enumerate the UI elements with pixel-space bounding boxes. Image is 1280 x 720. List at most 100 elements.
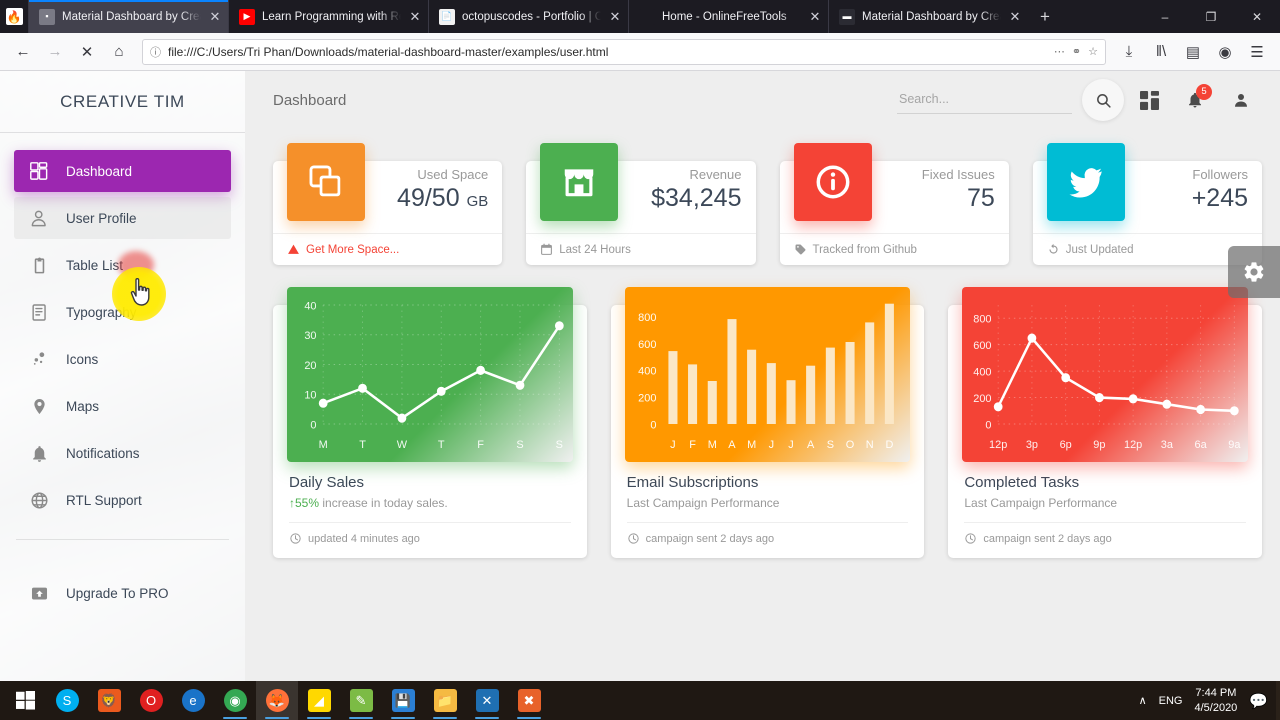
chrome-icon: ◉ (223, 689, 247, 712)
back-button[interactable]: ← (8, 37, 38, 67)
file-explorer-icon: 📁 (433, 689, 457, 712)
taskbar-firefox-icon[interactable]: 🦊 (256, 681, 298, 720)
taskbar-brave-icon[interactable]: 🦁 (88, 681, 130, 720)
svg-text:A: A (728, 439, 736, 451)
browser-tab[interactable]: 📄 octopuscodes - Portfolio | Cod ✕ (428, 0, 628, 33)
minimize-button[interactable]: – (1142, 0, 1188, 33)
url-bar[interactable]: ⓘ file:///C:/Users/Tri Phan/Downloads/ma… (142, 38, 1106, 65)
settings-gear-button[interactable] (1228, 246, 1280, 298)
sidebar-icon[interactable]: ▤ (1178, 37, 1208, 67)
windows-start-button[interactable] (4, 681, 46, 720)
sidebar-item-icons[interactable]: Icons (14, 338, 231, 380)
twitter-icon (1046, 143, 1125, 221)
chart-plot: 0 200 400 600 800 12p 3p 6p 9p 12p 3a 6a 9a (962, 287, 1249, 462)
page-title: Dashboard (273, 91, 347, 109)
windows-taskbar: S 🦁 Oe ◉ 🦊 ◢ ✎ 💾 📁 ✕ ✖ ∧ ENG 7:44 PM 4/5/2020 💬 (0, 681, 1280, 720)
taskbar-sticky-notes-icon[interactable]: ◢ (298, 681, 340, 720)
sidebar-item-user-profile[interactable]: User Profile (14, 197, 231, 239)
notifications-button[interactable]: 5 (1174, 79, 1216, 121)
tab-close-icon[interactable]: ✕ (608, 10, 622, 23)
sidebar-item-label: Upgrade To PRO (66, 585, 169, 601)
chart-card-footer: campaign sent 2 days ago (626, 522, 909, 554)
search-input[interactable] (899, 91, 1070, 106)
search-button[interactable] (1082, 79, 1124, 121)
new-tab-button[interactable]: + (1028, 0, 1062, 33)
taskbar-floppy-save-icon[interactable]: 💾 (382, 681, 424, 720)
language-indicator[interactable]: ENG (1159, 695, 1183, 707)
clock[interactable]: 7:44 PM 4/5/2020 (1194, 686, 1237, 716)
svg-text:J: J (788, 439, 793, 451)
svg-text:400: 400 (974, 366, 992, 378)
sidebar-item-label: Icons (66, 351, 99, 367)
sidebar: CREATIVE TIM Dashboard User Profile Table … (0, 71, 245, 681)
taskbar-chrome-icon[interactable]: ◉ (214, 681, 256, 720)
account-icon[interactable]: ◉ (1210, 37, 1240, 67)
sidebar-item-notifications[interactable]: Notifications (14, 432, 231, 474)
browser-tab-title: Material Dashboard by Creative Tim (62, 10, 201, 23)
browser-tab[interactable]: ▪ Material Dashboard by Creative Tim ✕ (28, 0, 228, 33)
page-actions-icon[interactable]: ⋯ (1054, 45, 1065, 58)
tag-icon (794, 243, 807, 256)
stat-number: $34,245 (651, 184, 742, 212)
close-window-button[interactable]: ✕ (1234, 0, 1280, 33)
browser-tab[interactable]: Home - OnlineFreeTools ✕ (628, 0, 828, 33)
tab-close-icon[interactable]: ✕ (1008, 10, 1022, 23)
hamburger-menu-icon[interactable]: ☰ (1242, 37, 1272, 67)
home-button[interactable]: ⌂ (104, 37, 134, 67)
stat-footer-link[interactable]: Get More Space... (306, 244, 399, 256)
library-icon[interactable]: ‖\ (1146, 37, 1176, 67)
stat-card-footer: Last 24 Hours (526, 233, 756, 265)
main-panel: Dashboard Search... 5 Used Space 49/50 G… (245, 71, 1280, 681)
svg-text:3a: 3a (1161, 439, 1174, 451)
taskbar-opera-icon[interactable]: O (130, 681, 172, 720)
svg-text:0: 0 (650, 419, 656, 431)
forward-button[interactable]: → (40, 37, 70, 67)
taskbar-skype-icon[interactable]: S (46, 681, 88, 720)
tab-close-icon[interactable]: ✕ (208, 10, 222, 23)
svg-text:F: F (477, 439, 484, 451)
stat-value: 49/50 GB (365, 184, 488, 213)
browser-tab[interactable]: ▶ Learn Programming with Real ✕ (228, 0, 428, 33)
tab-close-icon[interactable]: ✕ (408, 10, 422, 23)
bookmark-star-icon[interactable]: ☆ (1088, 45, 1098, 58)
taskbar-file-explorer-icon[interactable]: 📁 (424, 681, 466, 720)
svg-text:800: 800 (638, 312, 656, 324)
user-account-button[interactable] (1220, 79, 1262, 121)
downloads-icon[interactable]: ⤓ (1114, 37, 1144, 67)
sidebar-item-rtl-support[interactable]: RTL Support (14, 479, 231, 521)
clock-icon (289, 532, 302, 545)
stop-button[interactable]: ✕ (72, 37, 102, 67)
svg-text:S: S (556, 439, 563, 451)
sidebar-item-upgrade-to-pro[interactable]: Upgrade To PRO (14, 572, 231, 614)
upload-box-icon (28, 584, 50, 603)
stat-card-text: Followers +245 (1125, 161, 1248, 213)
svg-text:6p: 6p (1060, 439, 1072, 451)
notepad-icon: ✎ (349, 689, 373, 712)
browser-tab-title: Learn Programming with Real (262, 10, 401, 23)
person-icon (28, 209, 50, 228)
taskbar-notepad-icon[interactable]: ✎ (340, 681, 382, 720)
tab-close-icon[interactable]: ✕ (808, 10, 822, 23)
chart-footer-text: campaign sent 2 days ago (645, 532, 775, 545)
svg-text:M: M (319, 439, 328, 451)
taskbar-edge-icon[interactable]: e (172, 681, 214, 720)
taskbar-xampp-icon[interactable]: ✖ (508, 681, 550, 720)
sidebar-item-dashboard[interactable]: Dashboard (14, 150, 231, 192)
maximize-button[interactable]: ❐ (1188, 0, 1234, 33)
brand-title[interactable]: CREATIVE TIM (0, 71, 245, 133)
show-desktop-button[interactable] (1276, 681, 1280, 720)
tray-expand-icon[interactable]: ∧ (1139, 694, 1147, 707)
sidebar-item-label: RTL Support (66, 492, 142, 508)
svg-text:N: N (865, 439, 873, 451)
content-copy-icon (287, 143, 365, 221)
firefox-icon: 🦊 (265, 689, 289, 712)
search-field[interactable] (897, 87, 1072, 114)
taskbar-vscode-icon[interactable]: ✕ (466, 681, 508, 720)
sidebar-item-maps[interactable]: Maps (14, 385, 231, 427)
browser-tab[interactable]: ▬ Material Dashboard by Creative Tim ✕ (828, 0, 1028, 33)
pocket-icon[interactable]: ⚭ (1072, 45, 1081, 58)
action-center-icon[interactable]: 💬 (1249, 692, 1268, 710)
dashboard-grid-button[interactable] (1128, 79, 1170, 121)
window-controls: – ❐ ✕ (1142, 0, 1280, 33)
dashboard-icon (28, 161, 50, 181)
